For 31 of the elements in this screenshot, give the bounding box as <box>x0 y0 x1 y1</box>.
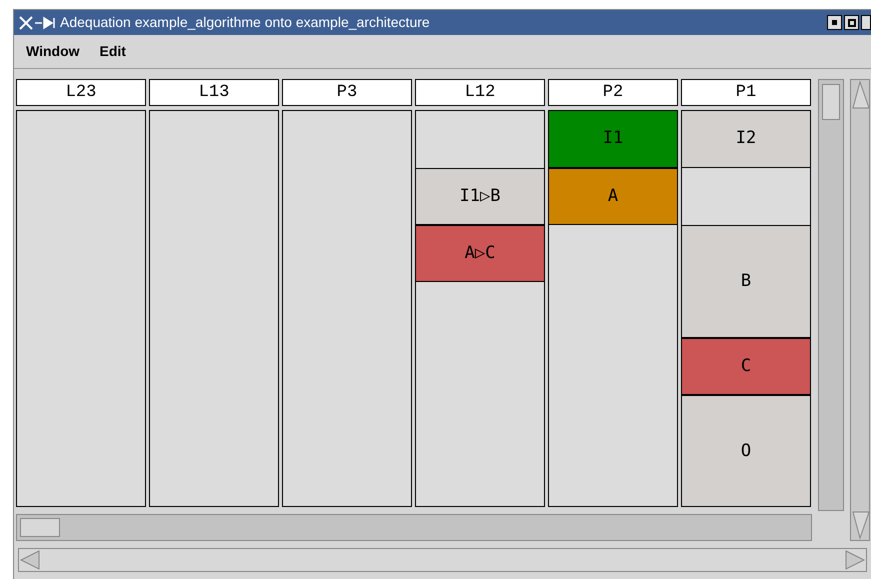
column-header: P1 <box>681 79 811 106</box>
task-block[interactable]: I1▷B <box>416 168 544 225</box>
scroll-right-icon[interactable] <box>844 550 866 570</box>
column-header: L23 <box>16 79 146 106</box>
horizontal-scrollbar[interactable] <box>18 548 867 572</box>
window-title: Adequation example_algorithme onto example_architecture <box>60 13 430 32</box>
scroll-down-icon[interactable] <box>851 510 869 540</box>
column-header: P2 <box>548 79 678 106</box>
scrollbar-thumb[interactable] <box>20 518 60 537</box>
minimize-button[interactable] <box>827 15 842 30</box>
task-block[interactable]: I2 <box>682 111 810 168</box>
maximize-button[interactable] <box>844 15 859 30</box>
task-block[interactable]: O <box>682 395 810 506</box>
scroll-up-icon[interactable] <box>851 80 869 110</box>
horizontal-scrollbar[interactable] <box>16 514 812 541</box>
column-header: L13 <box>149 79 279 106</box>
column-header: P3 <box>282 79 412 106</box>
vertical-scrollbar[interactable] <box>818 79 844 511</box>
task-block[interactable]: I1 <box>549 111 677 168</box>
task-block[interactable]: A▷C <box>416 225 544 282</box>
task-block[interactable]: B <box>682 225 810 338</box>
close-button[interactable] <box>861 15 871 30</box>
menu-item[interactable]: Window <box>26 41 80 62</box>
vertical-scrollbar[interactable] <box>850 79 870 541</box>
scrollbar-thumb[interactable] <box>822 84 840 120</box>
window-menu-icon[interactable] <box>18 14 56 30</box>
task-block[interactable]: A <box>549 168 677 225</box>
scroll-left-icon[interactable] <box>19 550 41 570</box>
column-header: L12 <box>415 79 545 106</box>
task-block[interactable]: C <box>682 338 810 395</box>
menu-item[interactable]: Edit <box>100 41 126 62</box>
